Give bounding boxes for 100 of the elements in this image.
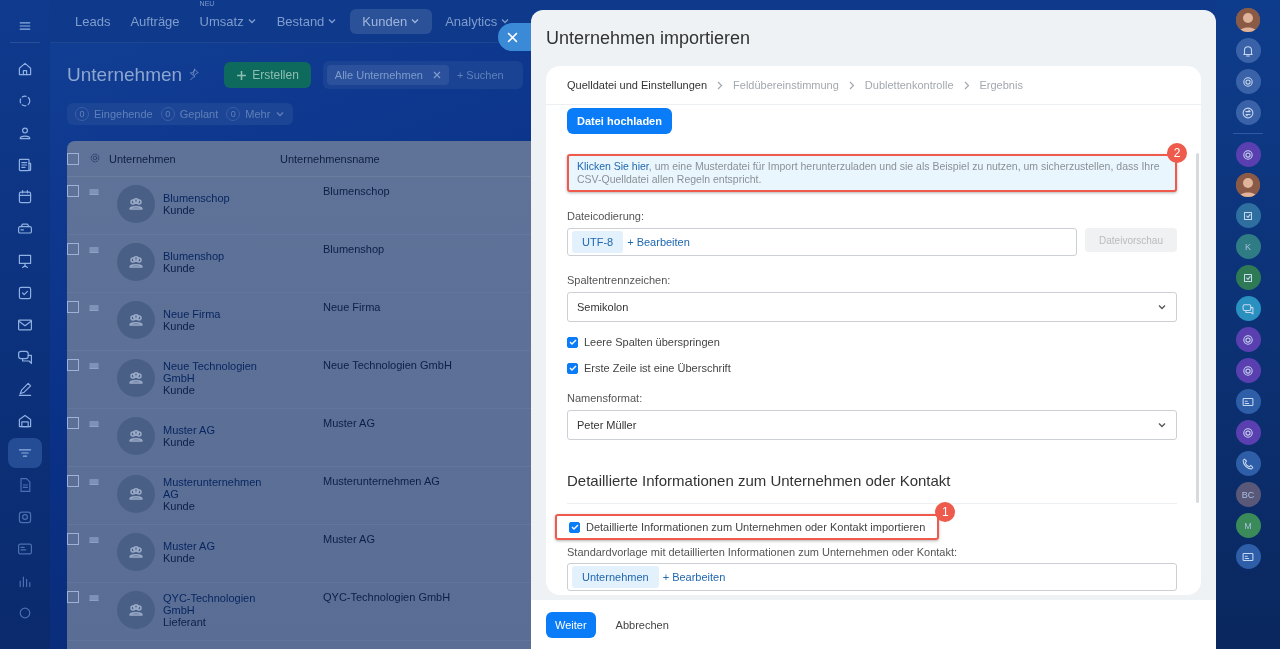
caret-icon [500, 16, 511, 26]
caret-icon [410, 16, 421, 26]
annotation-badge: 2 [1167, 143, 1187, 163]
cancel-button[interactable]: Abbrechen [609, 617, 675, 632]
gear-icon [89, 151, 101, 164]
wizard-step: Dublettenkontrolle [864, 79, 954, 91]
checkbox[interactable] [67, 243, 79, 255]
company-type: Kunde [163, 204, 196, 216]
chat-icon [17, 349, 33, 365]
camera-icon [17, 509, 33, 525]
nav-tab[interactable]: Aufträge [123, 8, 187, 34]
wizard-step: Quelldatei und Einstellungen [567, 79, 708, 91]
chat-icon [1241, 301, 1255, 316]
company-type: Kunde [163, 436, 196, 448]
checkbox[interactable] [567, 336, 578, 348]
table-cell: Muster AG [323, 533, 375, 545]
edit-link[interactable]: + Bearbeiten [627, 236, 690, 248]
panel-title: Unternehmen importieren [545, 27, 752, 50]
caret-icon [246, 16, 257, 26]
building-icon [17, 413, 33, 429]
encoding-field[interactable]: UTF-8 + Bearbeiten [567, 228, 1077, 256]
spiral-icon [1241, 425, 1255, 440]
bell-icon [1241, 43, 1255, 58]
search-field[interactable]: Alle Unternehmen + Suchen [322, 61, 523, 89]
company-link[interactable]: Neue Technologien GmbH [163, 360, 273, 384]
swap-icon [1241, 105, 1255, 120]
nav-tab[interactable]: Kunden [350, 8, 433, 34]
company-link[interactable]: Muster AG [163, 424, 215, 436]
company-type: Kunde [163, 552, 196, 564]
avatar[interactable] [1236, 173, 1260, 197]
tab-label: Aufträge [130, 13, 180, 29]
checkbox[interactable] [67, 359, 79, 371]
checkbox[interactable] [67, 533, 79, 545]
wizard-step: Ergebnis [979, 79, 1023, 91]
company-type: Kunde [163, 384, 196, 396]
home-icon [17, 61, 33, 77]
next-button[interactable]: Weiter [546, 611, 596, 638]
section-heading: Detaillierte Informationen zum Unternehmen oder Kontakt [567, 472, 1177, 504]
pin-icon [188, 68, 201, 80]
checkbox[interactable] [567, 362, 578, 374]
tab-label: Leads [75, 13, 111, 29]
close-button[interactable] [498, 23, 531, 51]
company-link[interactable]: QYC-Technologien GmbH [163, 592, 273, 616]
mail-icon [17, 317, 33, 333]
page-title: Unternehmen [67, 64, 183, 86]
nav-tab[interactable]: Leads [68, 8, 118, 34]
column-header: Unternehmensname [280, 152, 380, 165]
checkbox[interactable] [569, 521, 580, 533]
template-field[interactable]: Unternehmen + Bearbeiten [567, 563, 1177, 591]
user-initials[interactable]: M [1235, 513, 1261, 538]
wizard-step: Feldübereinstimmung [733, 79, 839, 91]
company-link[interactable]: Blumenshop [163, 250, 225, 262]
field-label: Standardvorlage mit detaillierten Informationen zum Unternehmen oder Kontakt: [567, 546, 959, 558]
create-button[interactable]: Erstellen [224, 62, 311, 88]
remove-icon[interactable] [432, 71, 441, 79]
nav-tab[interactable]: Analytics [438, 8, 518, 34]
tab-label: Umsatz [199, 13, 244, 29]
card-icon [17, 541, 33, 557]
separator-select[interactable]: Semikolon [567, 292, 1177, 322]
user-initials[interactable]: K [1235, 234, 1261, 259]
spiral-icon [1241, 147, 1255, 162]
spiral-icon [1241, 74, 1255, 89]
company-link[interactable]: Blumenschop [163, 192, 230, 204]
company-link[interactable]: Musterunternehmen AG [163, 476, 273, 500]
checkbox[interactable] [67, 417, 79, 429]
chevron-icon [717, 80, 724, 90]
nav-item[interactable] [8, 438, 42, 468]
checkbox[interactable] [67, 475, 79, 487]
company-link[interactable]: Muster AG [163, 540, 215, 552]
value-tag: UTF-8 [572, 231, 624, 253]
company-type: Kunde [163, 262, 196, 274]
edit-link[interactable]: + Bearbeiten [662, 571, 726, 583]
company-type: Kunde [163, 500, 196, 512]
calendar-icon [17, 189, 33, 205]
upload-button[interactable]: Datei hochladen [567, 108, 672, 134]
field-label: Spaltentrennzeichen: [567, 274, 672, 286]
circle-icon [17, 605, 33, 621]
checkbox[interactable] [67, 152, 79, 165]
value-tag: Unternehmen [572, 566, 659, 588]
presentation-icon [17, 253, 33, 269]
newspaper-icon [17, 157, 33, 173]
company-link[interactable]: Neue Firma [163, 308, 221, 320]
checkbox[interactable] [67, 301, 79, 313]
checkbox[interactable] [67, 185, 79, 197]
user-initials[interactable]: BC [1235, 482, 1261, 507]
download-link[interactable]: Klicken Sie hier [577, 160, 649, 172]
people-icon [17, 125, 33, 141]
caret-icon [1157, 302, 1167, 312]
pen-icon [17, 381, 33, 397]
nav-tab[interactable]: Bestand [269, 8, 345, 34]
avatar[interactable] [1236, 8, 1260, 32]
checkbox[interactable] [67, 591, 79, 603]
document-icon [17, 477, 33, 493]
column-header: Unternehmen [109, 152, 177, 165]
filter-tag[interactable]: Alle Unternehmen [326, 65, 449, 85]
caret-icon [275, 109, 286, 119]
spiral-icon [1241, 332, 1255, 347]
name-format-select[interactable]: Peter Müller [567, 410, 1177, 440]
checkbox-icon [17, 285, 33, 301]
table-cell: Musterunternehmen AG [323, 475, 440, 487]
